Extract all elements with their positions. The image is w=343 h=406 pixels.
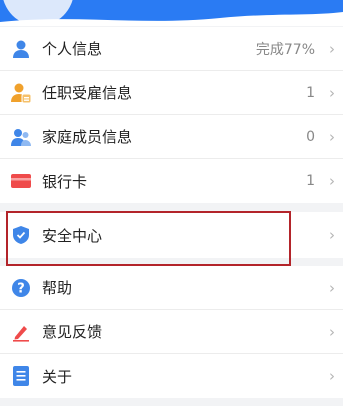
highlight-box [6,211,291,266]
chevron-right-icon: › [329,226,335,244]
count-value: 1 [306,84,315,101]
chevron-right-icon: › [329,278,335,297]
chevron-right-icon: › [329,367,335,385]
svg-text:?: ? [17,281,25,296]
menu-item-personal-info[interactable]: 个人信息 完成77% › [0,27,343,71]
help-icon: ? [0,278,42,298]
feedback-pen-icon [0,322,42,342]
chevron-right-icon: › [329,127,335,146]
chevron-right-icon: › [329,172,335,190]
menu-item-label: 帮助 [42,279,73,297]
employee-badge-icon [0,82,42,104]
person-icon [0,39,42,59]
menu-item-label: 家庭成员信息 [42,128,133,146]
menu-item-label: 个人信息 [42,40,103,58]
menu-item-bank-card[interactable]: 银行卡 1 › [0,159,343,203]
about-document-icon [0,365,42,387]
menu-item-family-info[interactable]: 家庭成员信息 0 › [0,115,343,159]
menu-item-label: 意见反馈 [42,323,103,341]
completion-status: 完成77% [255,41,315,58]
chevron-right-icon: › [329,39,335,58]
menu-item-label: 银行卡 [42,172,88,191]
support-group: ? 帮助 › 意见反馈 › 关于 › [0,266,343,398]
menu-item-label: 任职受雇信息 [42,84,133,102]
header-wave-decoration [0,12,343,26]
menu-item-employment-info[interactable]: 任职受雇信息 1 › [0,71,343,115]
chevron-right-icon: › [329,322,335,341]
menu-item-about[interactable]: 关于 › [0,354,343,398]
menu-item-help[interactable]: ? 帮助 › [0,266,343,310]
chevron-right-icon: › [329,83,335,102]
family-members-icon [0,127,42,147]
profile-header [0,0,343,26]
menu-item-label: 关于 [42,367,73,386]
count-value: 0 [306,128,315,145]
count-value: 1 [306,173,315,189]
bank-card-icon [0,173,42,189]
info-group: 个人信息 完成77% › 任职受雇信息 1 › 家庭成员信息 0 › 银行卡 1… [0,27,343,203]
menu-item-feedback[interactable]: 意见反馈 › [0,310,343,354]
